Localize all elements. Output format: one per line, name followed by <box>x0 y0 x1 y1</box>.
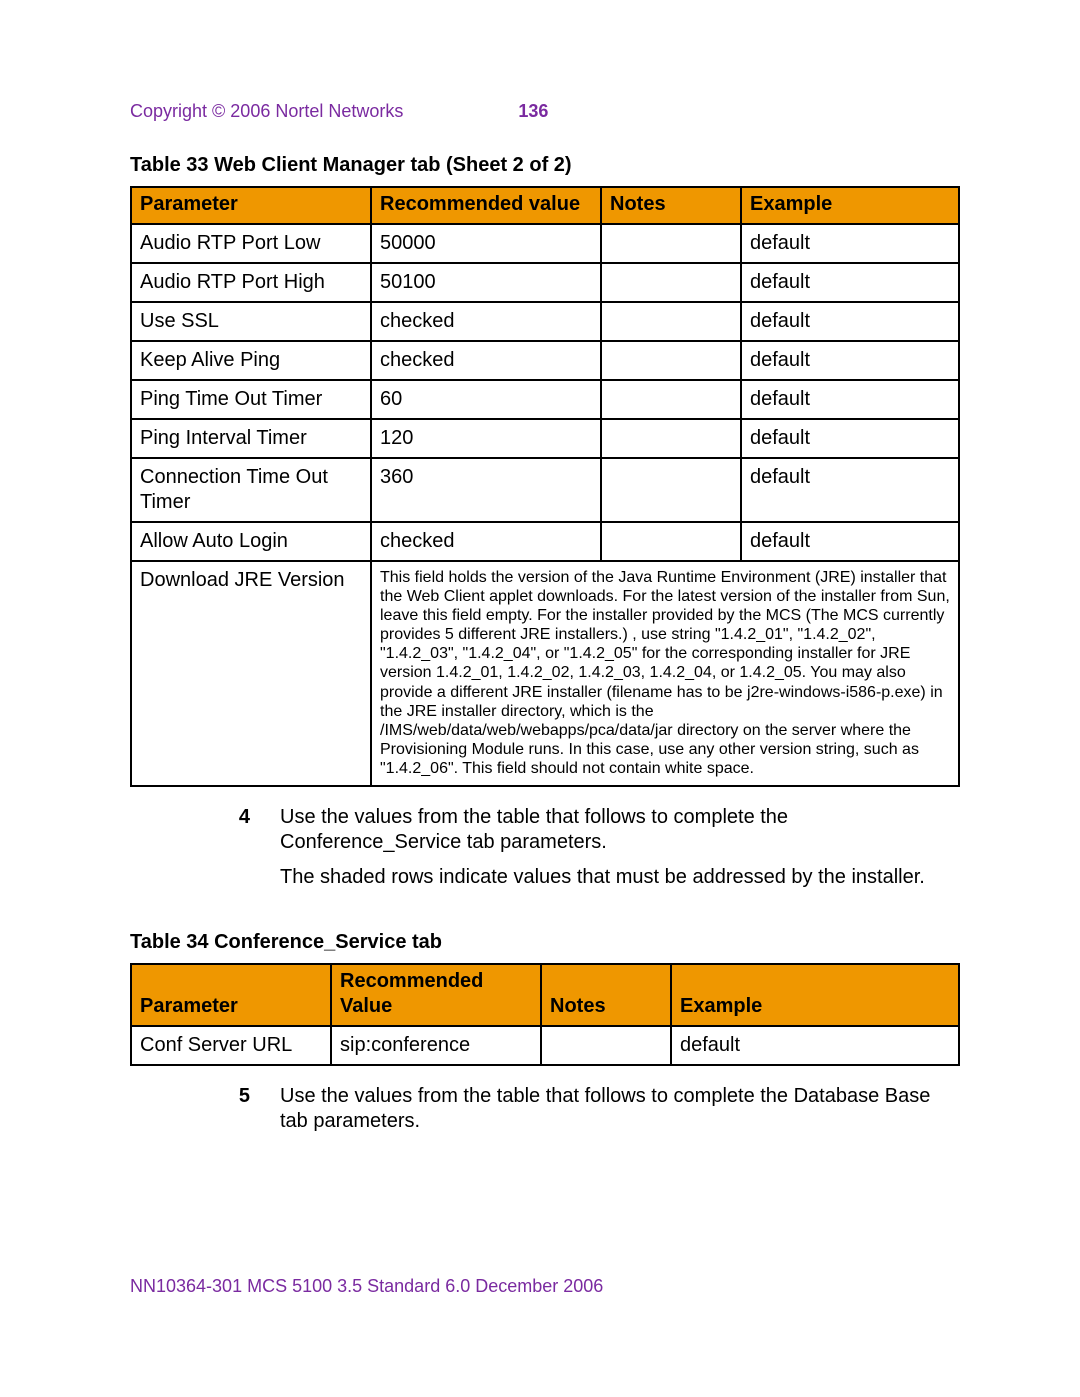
table-cell: Allow Auto Login <box>131 522 371 561</box>
table-row: Conf Server URLsip:conference default <box>131 1026 959 1065</box>
col-recommended: Recommended value <box>371 187 601 224</box>
table-row: Ping Time Out Timer60 default <box>131 380 959 419</box>
table-cell: 120 <box>371 419 601 458</box>
table-cell <box>601 419 741 458</box>
step-4: 4 Use the values from the table that fol… <box>130 805 960 900</box>
table-cell: Connection Time Out Timer <box>131 458 371 522</box>
page-footer: NN10364-301 MCS 5100 3.5 Standard 6.0 De… <box>130 1275 603 1298</box>
table-cell: default <box>741 341 959 380</box>
table-cell: 50100 <box>371 263 601 302</box>
table-row: Audio RTP Port Low50000 default <box>131 224 959 263</box>
table-cell: sip:conference <box>331 1026 541 1065</box>
col-example: Example <box>741 187 959 224</box>
table-cell: default <box>741 380 959 419</box>
step-5-number: 5 <box>130 1084 280 1144</box>
copyright-text: Copyright © 2006 Nortel Networks <box>130 101 403 121</box>
table-row: Download JRE VersionThis field holds the… <box>131 561 959 786</box>
table-cell <box>601 263 741 302</box>
table-cell: Keep Alive Ping <box>131 341 371 380</box>
table-cell <box>601 380 741 419</box>
table33-header-row: Parameter Recommended value Notes Exampl… <box>131 187 959 224</box>
table-cell: Download JRE Version <box>131 561 371 786</box>
table-cell: default <box>671 1026 959 1065</box>
table-cell: Audio RTP Port High <box>131 263 371 302</box>
step-4-text: Use the values from the table that follo… <box>280 805 960 900</box>
table-cell: default <box>741 263 959 302</box>
col-notes: Notes <box>601 187 741 224</box>
table-cell: default <box>741 522 959 561</box>
table-cell <box>601 522 741 561</box>
table-cell: 60 <box>371 380 601 419</box>
table-cell: default <box>741 458 959 522</box>
table-cell <box>601 224 741 263</box>
table-cell: Ping Interval Timer <box>131 419 371 458</box>
page-number: 136 <box>518 100 548 123</box>
step-5-p1: Use the values from the table that follo… <box>280 1084 960 1134</box>
table-cell: checked <box>371 341 601 380</box>
table-cell: default <box>741 224 959 263</box>
table-cell: default <box>741 302 959 341</box>
col-notes: Notes <box>541 964 671 1026</box>
step-5-text: Use the values from the table that follo… <box>280 1084 960 1144</box>
table34-header-row: Parameter Recommended Value Notes Exampl… <box>131 964 959 1026</box>
col-parameter: Parameter <box>131 187 371 224</box>
table-cell <box>601 341 741 380</box>
table-cell <box>541 1026 671 1065</box>
step-4-p1: Use the values from the table that follo… <box>280 805 960 855</box>
table-row: Use SSLchecked default <box>131 302 959 341</box>
table34-title: Table 34 Conference_Service tab <box>130 930 960 955</box>
table-row: Connection Time Out Timer360 default <box>131 458 959 522</box>
table-cell: checked <box>371 302 601 341</box>
table-row: Keep Alive Pingchecked default <box>131 341 959 380</box>
table-cell: Audio RTP Port Low <box>131 224 371 263</box>
step-4-number: 4 <box>130 805 280 900</box>
table-cell <box>601 458 741 522</box>
page-header: Copyright © 2006 Nortel Networks 136 <box>130 100 960 123</box>
table33-title: Table 33 Web Client Manager tab (Sheet 2… <box>130 153 960 178</box>
table34: Parameter Recommended Value Notes Exampl… <box>130 963 960 1066</box>
table-cell: 50000 <box>371 224 601 263</box>
table-row: Audio RTP Port High50100 default <box>131 263 959 302</box>
table-cell: Ping Time Out Timer <box>131 380 371 419</box>
table-cell-jre-note: This field holds the version of the Java… <box>371 561 959 786</box>
table-cell <box>601 302 741 341</box>
table-cell: Use SSL <box>131 302 371 341</box>
table-cell: default <box>741 419 959 458</box>
col-recommended: Recommended Value <box>331 964 541 1026</box>
table-cell: checked <box>371 522 601 561</box>
table-cell: 360 <box>371 458 601 522</box>
table33: Parameter Recommended value Notes Exampl… <box>130 186 960 787</box>
table-row: Ping Interval Timer120 default <box>131 419 959 458</box>
step-5: 5 Use the values from the table that fol… <box>130 1084 960 1144</box>
col-parameter: Parameter <box>131 964 331 1026</box>
step-4-p2: The shaded rows indicate values that mus… <box>280 865 960 890</box>
col-example: Example <box>671 964 959 1026</box>
table-cell: Conf Server URL <box>131 1026 331 1065</box>
table-row: Allow Auto Loginchecked default <box>131 522 959 561</box>
